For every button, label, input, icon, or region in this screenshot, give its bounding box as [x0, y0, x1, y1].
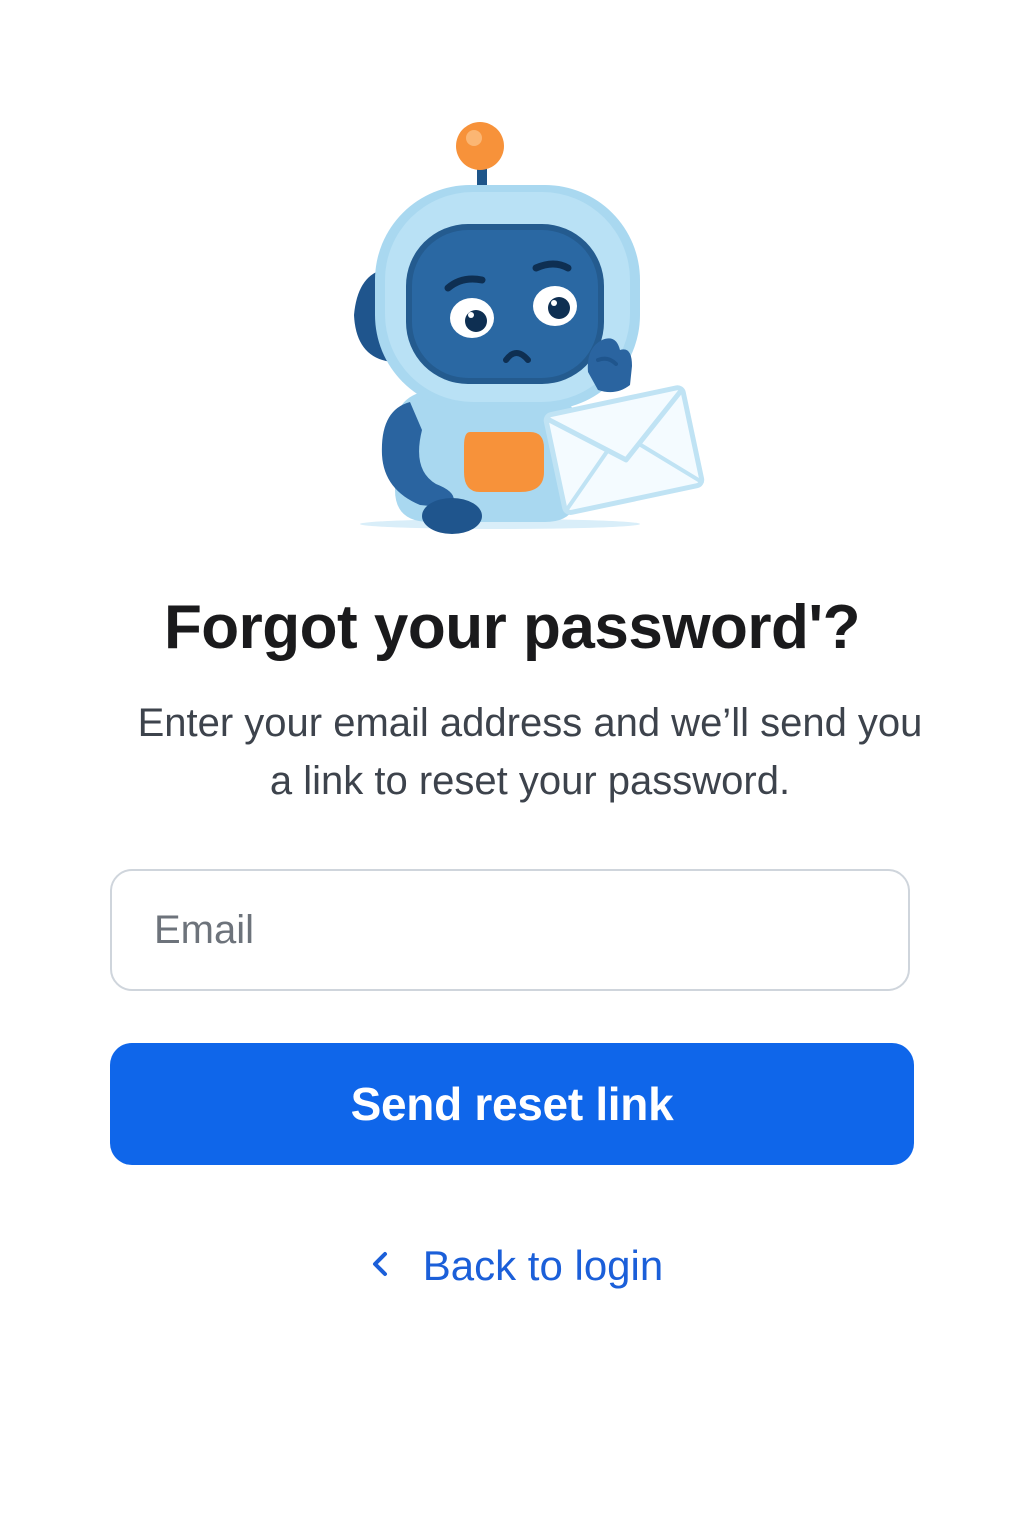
chevron-left-icon — [361, 1242, 401, 1282]
back-to-login-link[interactable]: Back to login — [0, 1238, 1024, 1294]
email-field[interactable] — [110, 869, 910, 991]
back-to-login-label: Back to login — [422, 1242, 664, 1289]
page-title: Forgot your password'? — [163, 593, 861, 662]
robot-illustration — [340, 110, 710, 550]
send-reset-link-button[interactable]: Send reset link — [110, 1043, 914, 1165]
page-subtitle: Enter your email address and we’ll send … — [137, 701, 923, 803]
